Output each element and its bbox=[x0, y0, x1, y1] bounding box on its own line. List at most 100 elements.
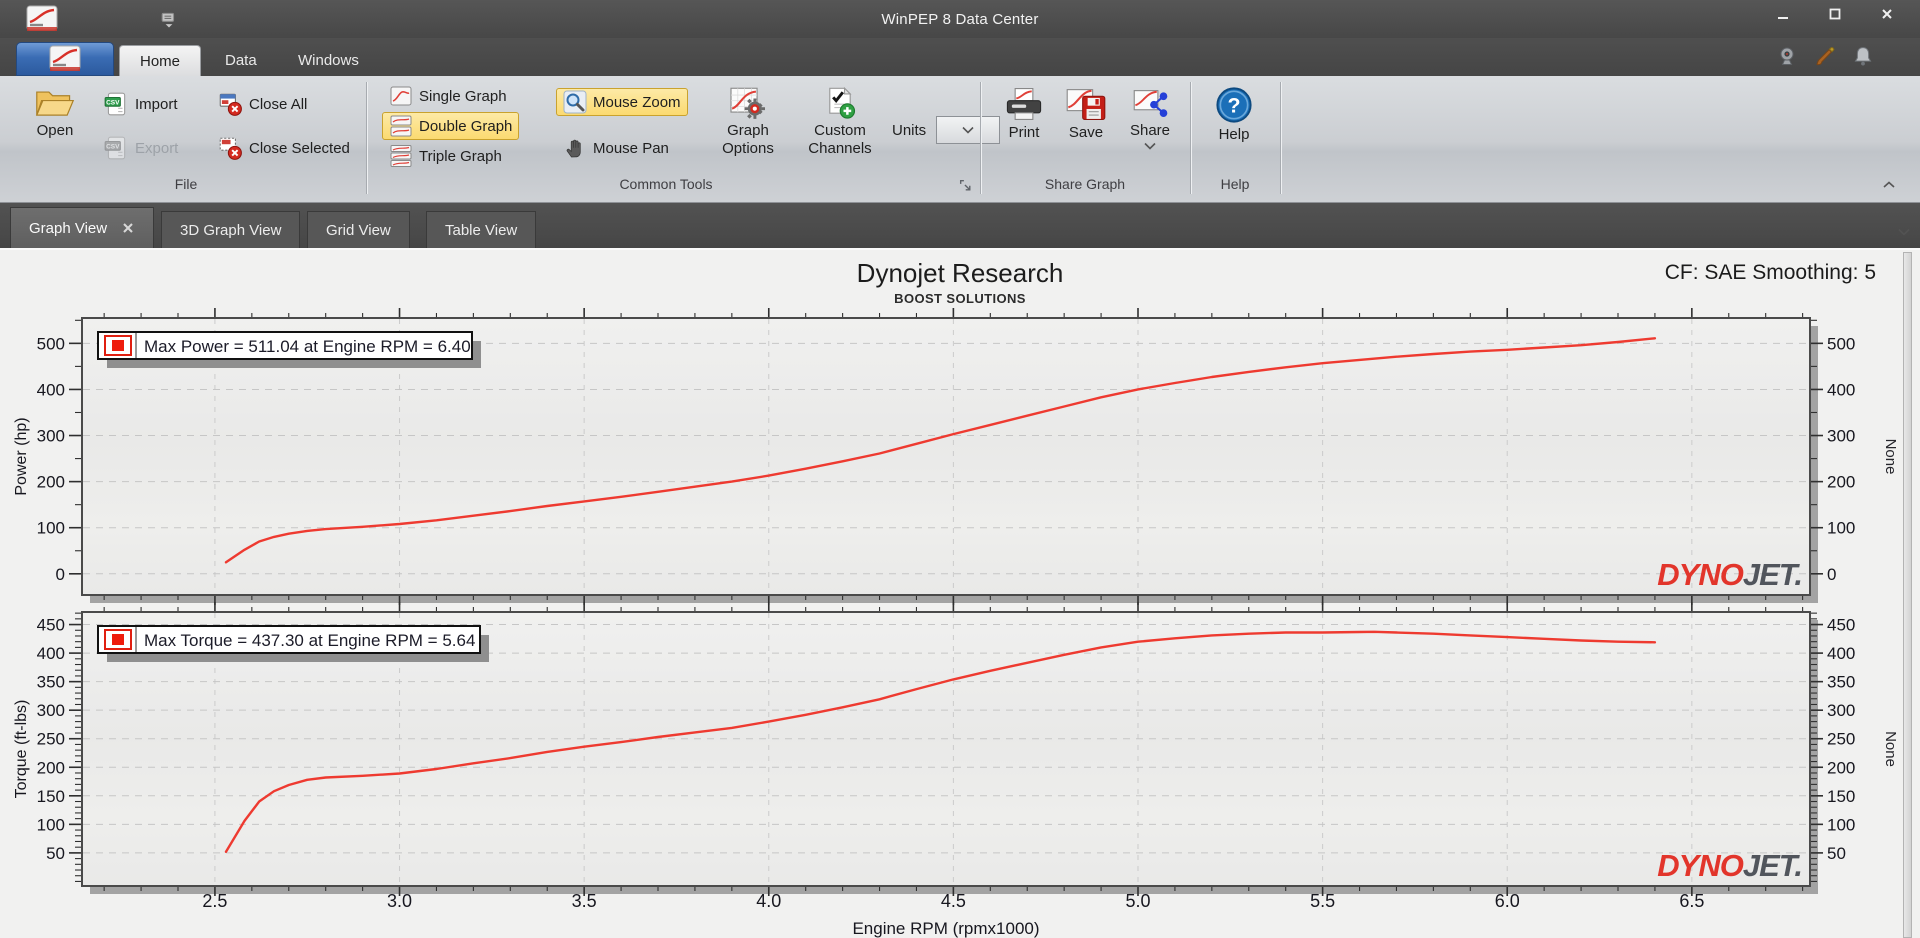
tab-graph-view[interactable]: Graph View bbox=[10, 207, 155, 248]
svg-text:350: 350 bbox=[1827, 673, 1855, 692]
group-label-help: Help bbox=[1220, 176, 1250, 192]
torque-legend: Max Torque = 437.30 at Engine RPM = 5.64 bbox=[97, 625, 489, 662]
vertical-scroll-strip[interactable] bbox=[1903, 252, 1912, 938]
webcam-icon[interactable] bbox=[1776, 45, 1798, 67]
graph-options-button[interactable]: Graph Options bbox=[706, 84, 790, 158]
minimize-button[interactable] bbox=[1776, 7, 1802, 31]
units-control: Units bbox=[892, 116, 1001, 144]
tab-table-view[interactable]: Table View bbox=[426, 211, 537, 248]
svg-text:200: 200 bbox=[1827, 473, 1855, 492]
window-title: WinPEP 8 Data Center bbox=[881, 10, 1039, 28]
share-icon bbox=[1132, 86, 1168, 120]
svg-text:150: 150 bbox=[1827, 787, 1855, 806]
ribbon: Open CSV Import CSV Export Close All Clo… bbox=[0, 76, 1920, 203]
svg-text:50: 50 bbox=[46, 844, 65, 863]
tab-grid-view[interactable]: Grid View bbox=[307, 211, 410, 248]
tab-home[interactable]: Home bbox=[119, 45, 202, 76]
x-tick-label: 3.5 bbox=[572, 891, 597, 911]
svg-text:200: 200 bbox=[1827, 758, 1855, 777]
save-button[interactable]: Save bbox=[1058, 84, 1114, 142]
triple-graph-icon bbox=[389, 144, 413, 168]
tab-data[interactable]: Data bbox=[205, 45, 277, 76]
svg-text:250: 250 bbox=[1827, 730, 1855, 749]
group-separator bbox=[1280, 82, 1282, 194]
triple-graph-button[interactable]: Triple Graph bbox=[382, 142, 509, 170]
graph-options-icon bbox=[728, 86, 768, 120]
svg-text:300: 300 bbox=[37, 427, 65, 446]
svg-text:500: 500 bbox=[1827, 334, 1855, 353]
single-graph-button[interactable]: Single Graph bbox=[382, 82, 514, 110]
x-tick-label: 4.5 bbox=[941, 891, 966, 911]
print-icon bbox=[1003, 86, 1045, 122]
close-all-icon bbox=[217, 91, 243, 117]
close-tab-icon[interactable] bbox=[121, 221, 135, 235]
document-tab-bar: Graph View 3D Graph View Grid View Table… bbox=[0, 203, 1920, 248]
dyno-charts-canvas[interactable]: 0 0 100 100 200 200 300 300 400 400 500 500 Max Powe… bbox=[0, 250, 1920, 938]
torque-right-axis-title: None bbox=[1882, 731, 1899, 767]
svg-text:CSV: CSV bbox=[106, 99, 120, 106]
svg-text:450: 450 bbox=[1827, 616, 1855, 635]
tab-windows[interactable]: Windows bbox=[278, 45, 379, 76]
units-dropdown[interactable] bbox=[936, 116, 1001, 144]
open-button[interactable]: Open bbox=[20, 84, 90, 140]
export-button: CSV Export bbox=[96, 134, 185, 162]
single-graph-icon bbox=[389, 84, 413, 108]
svg-text:400: 400 bbox=[37, 380, 65, 399]
close-window-button[interactable] bbox=[1880, 7, 1906, 31]
units-dropdown-icon bbox=[962, 126, 974, 134]
dialog-launcher-icon[interactable] bbox=[958, 178, 973, 193]
x-axis-title: Engine RPM (rpmx1000) bbox=[852, 919, 1039, 938]
tab-3d-graph-view[interactable]: 3D Graph View bbox=[161, 211, 301, 248]
import-button[interactable]: CSV Import bbox=[96, 90, 185, 118]
svg-text:350: 350 bbox=[37, 673, 65, 692]
double-graph-button[interactable]: Double Graph bbox=[382, 112, 520, 140]
export-csv-icon: CSV bbox=[103, 135, 129, 161]
app-logo-icon bbox=[43, 45, 87, 73]
custom-channels-button[interactable]: Custom Channels bbox=[796, 84, 884, 158]
svg-text:500: 500 bbox=[37, 334, 65, 353]
group-label-share-graph: Share Graph bbox=[1044, 176, 1126, 192]
power-right-axis-title: None bbox=[1882, 439, 1899, 475]
svg-text:450: 450 bbox=[37, 616, 65, 635]
close-selected-button[interactable]: Close Selected bbox=[210, 134, 357, 162]
dynojet-watermark: DYNOJET. bbox=[1657, 557, 1802, 592]
svg-text:200: 200 bbox=[37, 758, 65, 777]
double-graph-icon bbox=[389, 114, 413, 138]
mouse-zoom-button[interactable]: Mouse Zoom bbox=[556, 88, 688, 116]
svg-text:100: 100 bbox=[1827, 519, 1855, 538]
maximize-button[interactable] bbox=[1828, 7, 1854, 31]
tab-overflow-arrow[interactable] bbox=[1898, 228, 1912, 238]
titlebar: WinPEP 8 Data Center bbox=[0, 0, 1920, 38]
mouse-pan-button[interactable]: Mouse Pan bbox=[556, 134, 676, 162]
power-legend-text: Max Power = 511.04 at Engine RPM = 6.40 bbox=[144, 337, 471, 356]
svg-text:300: 300 bbox=[1827, 427, 1855, 446]
brush-icon[interactable] bbox=[1814, 45, 1836, 67]
svg-text:400: 400 bbox=[37, 644, 65, 663]
units-label: Units bbox=[892, 121, 927, 139]
bell-icon[interactable] bbox=[1852, 45, 1874, 67]
open-folder-icon bbox=[34, 86, 76, 120]
svg-text:50: 50 bbox=[1827, 844, 1846, 863]
collapse-ribbon-icon[interactable] bbox=[1882, 180, 1898, 190]
help-button[interactable]: ? Help bbox=[1206, 84, 1262, 144]
custom-channels-icon bbox=[823, 86, 857, 120]
print-button[interactable]: Print bbox=[996, 84, 1052, 142]
x-tick-label: 3.0 bbox=[387, 891, 412, 911]
svg-text:300: 300 bbox=[1827, 701, 1855, 720]
group-label-file: File bbox=[174, 176, 198, 192]
x-tick-label: 5.0 bbox=[1125, 891, 1150, 911]
application-button[interactable] bbox=[16, 42, 114, 76]
svg-text:200: 200 bbox=[37, 473, 65, 492]
close-all-button[interactable]: Close All bbox=[210, 90, 314, 118]
svg-text:150: 150 bbox=[37, 787, 65, 806]
power-chart-panel: 0 0 100 100 200 200 300 300 400 400 500 500 Max Powe… bbox=[13, 308, 1899, 605]
svg-text:250: 250 bbox=[37, 730, 65, 749]
save-icon bbox=[1065, 86, 1107, 122]
mouse-pan-icon bbox=[563, 136, 587, 160]
x-tick-label: 6.5 bbox=[1679, 891, 1704, 911]
share-dropdown-icon bbox=[1144, 142, 1156, 150]
svg-text:0: 0 bbox=[1827, 565, 1836, 584]
torque-y-axis-title: Torque (ft-lbs) bbox=[13, 700, 30, 799]
share-button[interactable]: Share bbox=[1120, 84, 1180, 150]
import-csv-icon: CSV bbox=[103, 91, 129, 117]
